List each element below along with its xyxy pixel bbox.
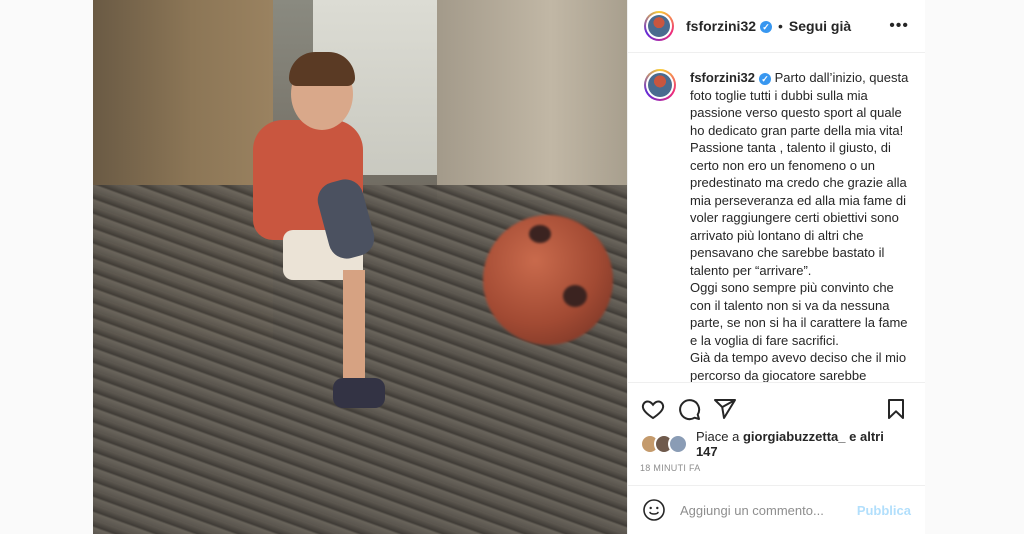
share-icon[interactable] (712, 396, 738, 422)
photo-child-leg (343, 270, 365, 380)
actions-section: Piace a giorgiabuzzetta_ e altri 147 18 … (628, 382, 925, 485)
likes-text: Piace a giorgiabuzzetta_ e altri 147 (695, 429, 884, 459)
username-link[interactable]: fsforzini32 ✓ (686, 18, 773, 34)
caption-username[interactable]: fsforzini32 ✓ (690, 70, 772, 85)
emoji-icon[interactable] (642, 498, 666, 522)
verified-icon: ✓ (759, 72, 772, 85)
following-button[interactable]: Segui già (789, 18, 851, 34)
likes-row: Piace a giorgiabuzzetta_ e altri 147 (640, 429, 909, 459)
post-photo[interactable] (93, 0, 627, 534)
liker-avatar (667, 434, 688, 454)
photo-wall-right (437, 0, 627, 200)
caption-text: fsforzini32 ✓ Parto dall’inizio, questa f… (690, 69, 909, 382)
verified-icon: ✓ (760, 21, 773, 34)
action-icons (640, 387, 909, 431)
photo-child-hair (289, 52, 355, 86)
caption-area: fsforzini32 ✓ Parto dall’inizio, questa f… (628, 53, 925, 382)
save-icon[interactable] (883, 396, 909, 422)
post-sidebar: fsforzini32 ✓ • Segui già ••• fsforzini32… (627, 0, 925, 534)
post-modal: fsforzini32 ✓ • Segui già ••• fsforzini32… (93, 0, 925, 534)
photo-child-shoe (333, 378, 385, 408)
post-header: fsforzini32 ✓ • Segui già ••• (628, 0, 925, 53)
post-timestamp[interactable]: 18 MINUTI FA (640, 463, 909, 473)
comment-bar: Aggiungi un commento... Pubblica (628, 485, 925, 534)
caption-body: Parto dall’inizio, questa foto toglie tu… (690, 70, 909, 382)
more-icon[interactable]: ••• (889, 17, 909, 35)
photo-ball (483, 215, 613, 345)
separator-dot: • (778, 18, 783, 34)
heart-icon[interactable] (640, 396, 666, 422)
caption-avatar[interactable] (644, 69, 676, 101)
comment-icon[interactable] (676, 396, 702, 422)
avatar[interactable] (644, 11, 674, 41)
comment-input[interactable]: Aggiungi un commento... (680, 503, 857, 518)
liker-username[interactable]: giorgiabuzzetta_ (743, 429, 846, 444)
publish-button[interactable]: Pubblica (857, 503, 911, 518)
